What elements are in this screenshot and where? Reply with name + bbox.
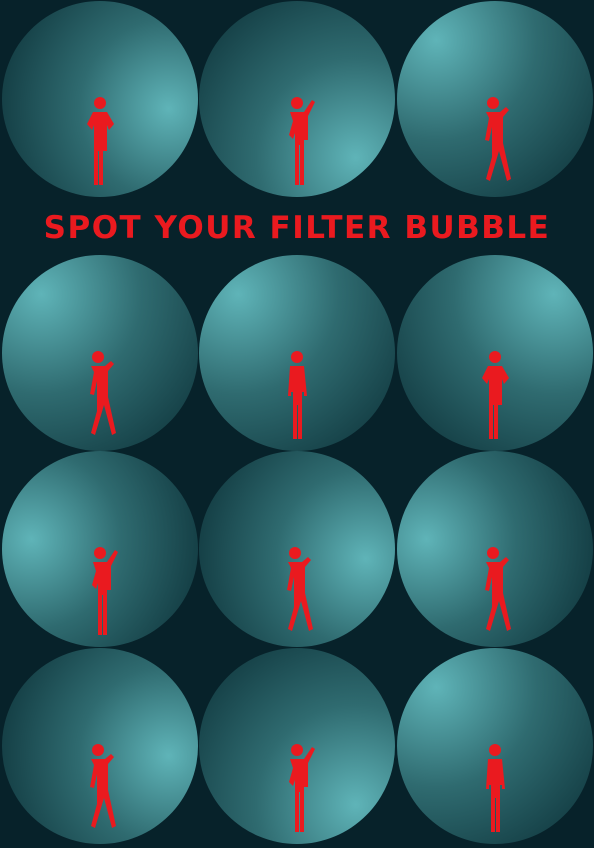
person-icon [288, 351, 307, 439]
person-icon [485, 97, 511, 181]
person-icon [482, 351, 509, 439]
poster-title: SPOT YOUR FILTER BUBBLE [43, 210, 551, 246]
filter-bubble [2, 648, 198, 844]
filter-bubble [199, 648, 395, 844]
person-icon [289, 744, 315, 832]
person-icon [287, 547, 313, 631]
filter-bubble [397, 1, 593, 197]
filter-bubble [397, 451, 593, 647]
person-icon [90, 351, 116, 435]
filter-bubble [199, 255, 395, 451]
filter-bubble [2, 255, 198, 451]
person-icon [485, 547, 511, 631]
person-icon [92, 547, 118, 635]
person-icon [87, 97, 114, 185]
filter-bubble [2, 451, 198, 647]
filter-bubble [199, 1, 395, 197]
person-icon [486, 744, 505, 832]
person-icon [90, 744, 116, 828]
filter-bubble [397, 255, 593, 451]
person-icon [289, 97, 315, 185]
filter-bubble [2, 1, 198, 197]
filter-bubble [199, 451, 395, 647]
filter-bubble [397, 648, 593, 844]
